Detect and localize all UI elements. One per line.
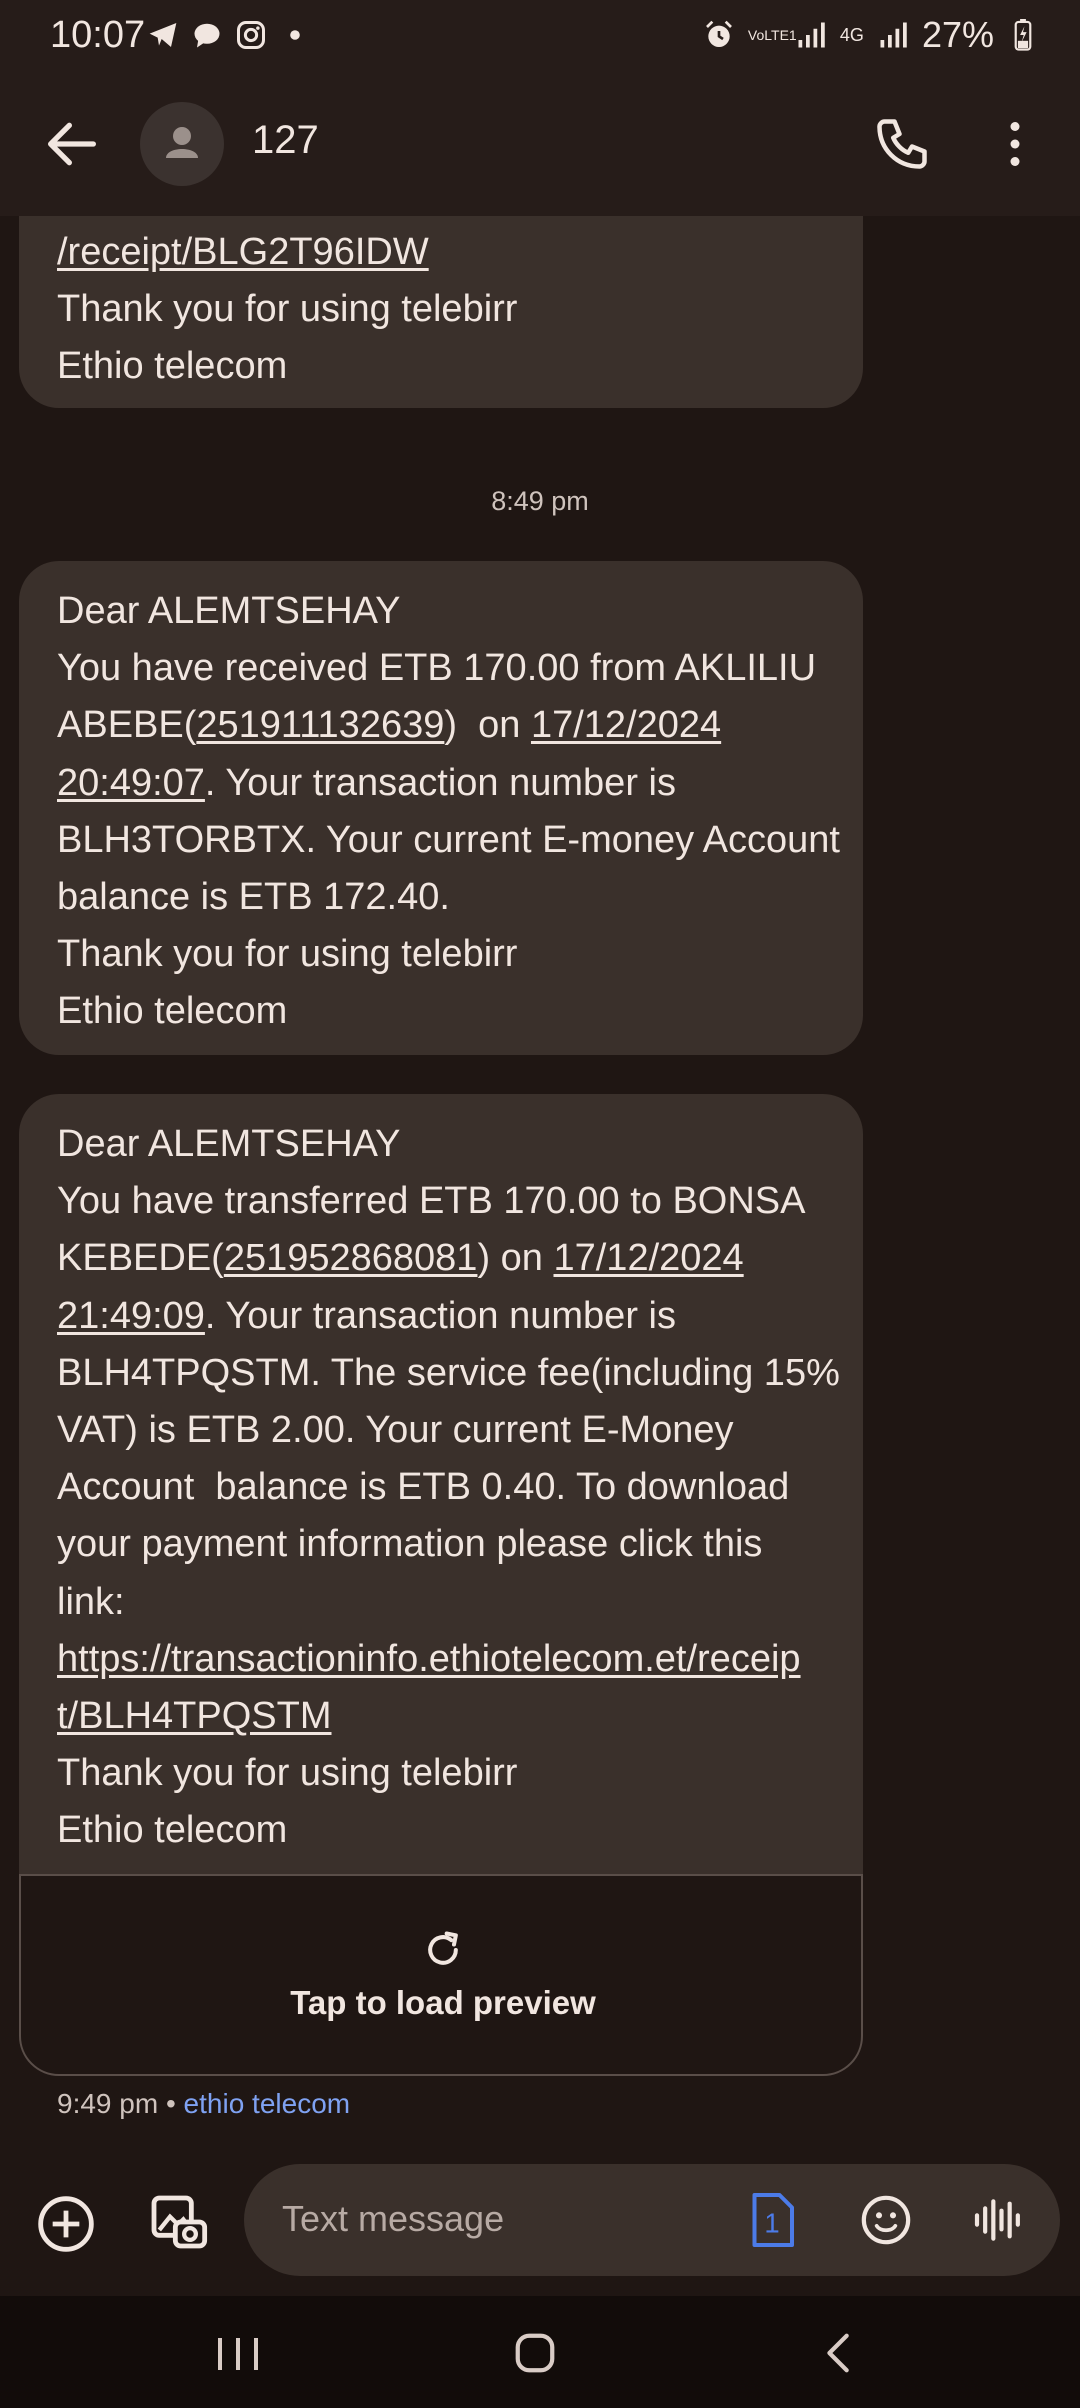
message-line: balance is ETB 172.40. xyxy=(57,876,450,919)
conversation-title: 127 xyxy=(252,118,319,162)
message-line: Ethio telecom xyxy=(57,345,288,388)
time-link[interactable]: 20:49:07 xyxy=(57,762,205,804)
status-right: VoLTE1 4G 27% xyxy=(702,14,1040,56)
refresh-icon xyxy=(421,1928,465,1972)
sim-icon[interactable]: 1 xyxy=(744,2190,800,2250)
status-bar: 10:07 VoLTE1 4G 27% xyxy=(0,0,1080,72)
message-line: Dear ALEMTSEHAY xyxy=(57,1123,401,1165)
link-preview-card[interactable]: Tap to load preview xyxy=(19,1874,863,2076)
message-line: 20:49:07. Your transaction number is xyxy=(57,755,825,812)
signal-icon xyxy=(794,18,828,52)
instagram-icon xyxy=(234,18,268,52)
message-line: Dear ALEMTSEHAY xyxy=(57,590,401,632)
phone-number-link[interactable]: 251911132639 xyxy=(196,704,444,746)
back-icon[interactable] xyxy=(818,2330,860,2376)
message-bubble[interactable]: Dear ALEMTSEHAY You have transferred ETB… xyxy=(19,1094,863,1874)
load-preview-label: Tap to load preview xyxy=(290,1984,596,2021)
chat-bubble-icon xyxy=(190,18,224,52)
recent-apps-icon[interactable] xyxy=(210,2332,266,2376)
message-line: 21:49:09. Your transaction number is xyxy=(57,1288,825,1345)
date-link[interactable]: 17/12/2024 xyxy=(531,704,721,746)
message-text: . Your transaction number is xyxy=(204,1294,676,1337)
telegram-icon xyxy=(146,18,180,52)
home-icon[interactable] xyxy=(512,2330,558,2376)
avatar-person-icon xyxy=(166,127,198,158)
battery-percent: 27% xyxy=(921,14,994,55)
status-time: 10:07 xyxy=(50,14,146,56)
app-bar: 127 xyxy=(0,72,1080,216)
receipt-link[interactable]: t/BLH4TPQSTM xyxy=(57,1688,825,1745)
signal-icon xyxy=(876,18,910,52)
sim-number: 1 xyxy=(764,2208,779,2239)
gallery-icon[interactable] xyxy=(146,2190,210,2254)
more-vert-icon[interactable] xyxy=(985,114,1045,174)
message-meta: 9:49 pm • ethio telecom xyxy=(57,2088,350,2120)
message-line: BLH3TORBTX. Your current E-money Account xyxy=(57,818,840,861)
message-text: ) on xyxy=(444,704,531,747)
message-line: Thank you for using telebirr xyxy=(57,933,518,976)
message-line: Ethio telecom xyxy=(57,990,288,1033)
message-time: 9:49 pm xyxy=(57,2088,159,2119)
system-nav-bar xyxy=(0,2296,1080,2408)
alarm-icon xyxy=(702,18,736,52)
battery-charging-icon xyxy=(1006,18,1040,52)
sender-source: ethio telecom xyxy=(183,2088,351,2119)
meta-separator: • xyxy=(158,2088,184,2119)
message-text: ABEBE( xyxy=(57,704,197,747)
network-4g-label: 4G xyxy=(839,24,864,45)
avatar[interactable] xyxy=(140,102,224,186)
message-line: BLH4TPQSTM. The service fee(including 15… xyxy=(57,1351,840,1394)
emoji-icon[interactable] xyxy=(858,2192,914,2248)
message-line: Thank you for using telebirr xyxy=(57,1752,518,1795)
message-line: Account balance is ETB 0.40. To download xyxy=(57,1466,790,1509)
compose-bar: Text message 1 xyxy=(0,2160,1080,2295)
phone-icon[interactable] xyxy=(872,114,932,174)
volte-label: VoLTE1 xyxy=(747,26,797,43)
receipt-link[interactable]: /receipt/BLG2T96IDW xyxy=(57,224,825,281)
message-line: your payment information please click th… xyxy=(57,1523,763,1566)
divider-time: 8:49 pm xyxy=(491,486,589,516)
message-text: KEBEDE( xyxy=(57,1237,224,1280)
message-line: VAT) is ETB 2.00. Your current E-Money xyxy=(57,1409,734,1452)
message-input[interactable]: Text message 1 xyxy=(244,2164,1060,2276)
dot-icon xyxy=(278,18,312,52)
message-line: Ethio telecom xyxy=(57,1809,288,1852)
message-placeholder: Text message xyxy=(282,2198,505,2239)
phone-number-link[interactable]: 251952868081 xyxy=(224,1237,478,1279)
message-line: link: xyxy=(57,1580,125,1623)
back-arrow-icon[interactable] xyxy=(40,112,104,176)
voice-icon[interactable] xyxy=(970,2192,1026,2248)
message-line: You have transferred ETB 170.00 to BONSA xyxy=(57,1180,806,1223)
add-circle-icon[interactable] xyxy=(34,2192,98,2256)
message-text: ) on xyxy=(477,1237,554,1280)
message-line: Thank you for using telebirr xyxy=(57,288,518,331)
message-bubble[interactable]: Dear ALEMTSEHAY You have received ETB 17… xyxy=(19,561,863,1055)
time-link[interactable]: 21:49:09 xyxy=(57,1295,205,1337)
message-line: You have received ETB 170.00 from AKLILI… xyxy=(57,647,817,690)
message-bubble[interactable]: /receipt/BLG2T96IDW Thank you for using … xyxy=(19,216,863,408)
message-line: KEBEDE(251952868081) on 17/12/2024 xyxy=(57,1230,825,1287)
message-line: ABEBE(251911132639) on 17/12/2024 xyxy=(57,697,825,754)
notification-icons xyxy=(146,18,312,52)
receipt-link[interactable]: https://transactioninfo.ethiotelecom.et/… xyxy=(57,1631,825,1688)
message-text: . Your transaction number is xyxy=(204,761,676,804)
date-link[interactable]: 17/12/2024 xyxy=(553,1237,743,1279)
